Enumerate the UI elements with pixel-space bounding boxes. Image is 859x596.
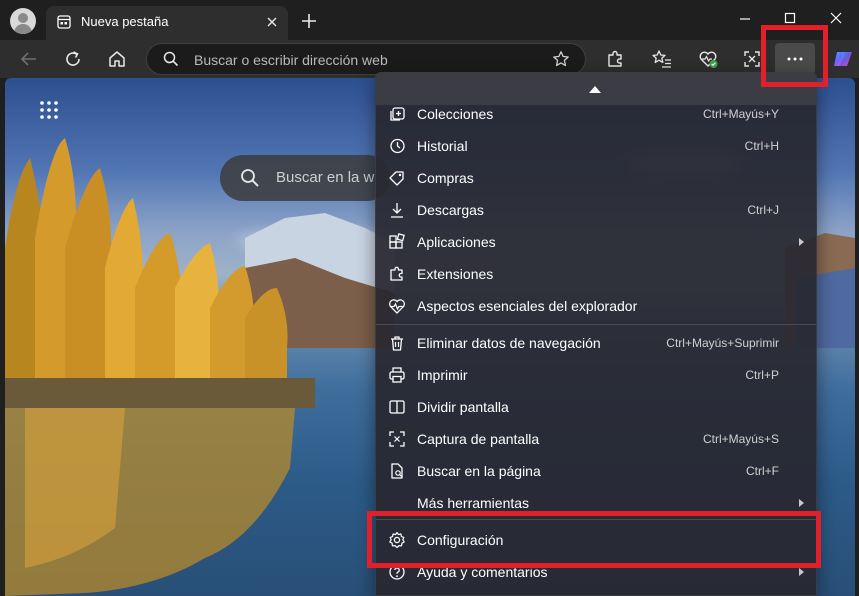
menu-item-label: Aplicaciones [417, 234, 496, 250]
menu-item-buscar-en-pagina[interactable]: Buscar en la página Ctrl+F [376, 455, 816, 487]
submenu-chevron-icon [799, 499, 804, 507]
menu-separator [376, 324, 816, 325]
screenshot-toolbar-icon[interactable] [741, 48, 763, 70]
menu-item-label: Dividir pantalla [417, 399, 509, 415]
profile-avatar[interactable] [10, 8, 36, 34]
menu-item-label: Colecciones [417, 106, 494, 122]
menu-item-label: Extensiones [417, 266, 494, 282]
submenu-chevron-icon [799, 238, 804, 246]
favorite-star-icon[interactable] [552, 50, 570, 68]
scroll-up-arrow-icon [589, 86, 601, 93]
collections-icon [388, 105, 406, 123]
printer-icon [388, 366, 406, 384]
address-bar[interactable]: Buscar o escribir dirección web [146, 43, 586, 75]
apps-launcher-icon[interactable] [39, 100, 59, 120]
search-icon [163, 51, 179, 67]
menu-item-shortcut: Ctrl+H [744, 139, 779, 153]
menu-item-label: Buscar en la página [417, 463, 541, 479]
menu-item-shortcut: Ctrl+P [745, 368, 779, 382]
menu-item-label: Compras [417, 170, 474, 186]
lake-reflection [5, 408, 295, 596]
minimize-button[interactable] [733, 8, 757, 30]
browser-essentials-icon[interactable] [697, 48, 719, 70]
menu-item-label: Aspectos esenciales del explorador [417, 298, 638, 314]
ntp-search-placeholder: Buscar en la w [276, 169, 375, 186]
menu-item-shortcut: Ctrl+J [747, 203, 779, 217]
highlight-more-button [761, 25, 828, 87]
menu-item-aspectos-esenciales[interactable]: Aspectos esenciales del explorador [376, 290, 816, 322]
tag-icon [388, 169, 406, 187]
menu-item-captura-pantalla[interactable]: Captura de pantalla Ctrl+Mayús+S [376, 423, 816, 455]
menu-item-descargas[interactable]: Descargas Ctrl+J [376, 194, 816, 226]
puzzle-icon [388, 265, 406, 283]
menu-item-extensiones[interactable]: Extensiones [376, 258, 816, 290]
menu-item-historial[interactable]: Historial Ctrl+H [376, 130, 816, 162]
split-screen-icon [388, 398, 406, 416]
menu-item-label: Más herramientas [417, 495, 530, 511]
find-icon [388, 462, 406, 480]
download-icon [388, 201, 406, 219]
home-icon[interactable] [106, 48, 128, 70]
browser-window: Nueva pestaña Buscar o escribir direcció… [0, 0, 859, 596]
ntp-search-box[interactable]: Buscar en la w [220, 155, 390, 201]
refresh-icon[interactable] [62, 48, 84, 70]
favorites-list-icon[interactable] [651, 48, 673, 70]
menu-item-eliminar-datos[interactable]: Eliminar datos de navegación Ctrl+Mayús+… [376, 327, 816, 359]
submenu-chevron-icon [799, 568, 804, 576]
menu-item-shortcut: Ctrl+Mayús+S [702, 432, 779, 446]
apps-icon [388, 233, 406, 251]
trash-icon [388, 334, 406, 352]
menu-item-label: Captura de pantalla [417, 431, 540, 447]
back-arrow-icon[interactable] [18, 48, 40, 70]
new-tab-page-icon [57, 15, 71, 29]
heart-pulse-icon [388, 297, 406, 315]
menu-item-label: Descargas [417, 202, 484, 218]
menu-item-colecciones[interactable]: Colecciones Ctrl+Mayús+Y [376, 98, 816, 130]
tab-strip: Nueva pestaña [0, 0, 859, 40]
menu-item-dividir-pantalla[interactable]: Dividir pantalla [376, 391, 816, 423]
menu-item-shortcut: Ctrl+Mayús+Y [702, 107, 779, 121]
address-placeholder: Buscar o escribir dirección web [194, 52, 388, 68]
menu-item-label: Historial [417, 138, 468, 154]
highlight-configuracion [367, 511, 821, 568]
tab-new-tab[interactable]: Nueva pestaña [46, 6, 288, 40]
history-icon [388, 137, 406, 155]
close-tab-icon[interactable] [264, 14, 280, 30]
screenshot-icon [388, 430, 406, 448]
menu-item-shortcut: Ctrl+Mayús+Suprimir [666, 336, 779, 350]
extensions-puzzle-icon[interactable] [604, 48, 626, 70]
menu-item-label: Imprimir [417, 367, 468, 383]
new-tab-button[interactable] [298, 10, 320, 32]
tab-title: Nueva pestaña [81, 14, 169, 29]
search-icon [240, 168, 260, 188]
menu-item-imprimir[interactable]: Imprimir Ctrl+P [376, 359, 816, 391]
copilot-icon[interactable] [830, 46, 856, 72]
menu-item-shortcut: Ctrl+F [746, 464, 779, 478]
menu-item-compras[interactable]: Compras [376, 162, 816, 194]
menu-item-aplicaciones[interactable]: Aplicaciones [376, 226, 816, 258]
menu-item-label: Eliminar datos de navegación [417, 335, 601, 351]
